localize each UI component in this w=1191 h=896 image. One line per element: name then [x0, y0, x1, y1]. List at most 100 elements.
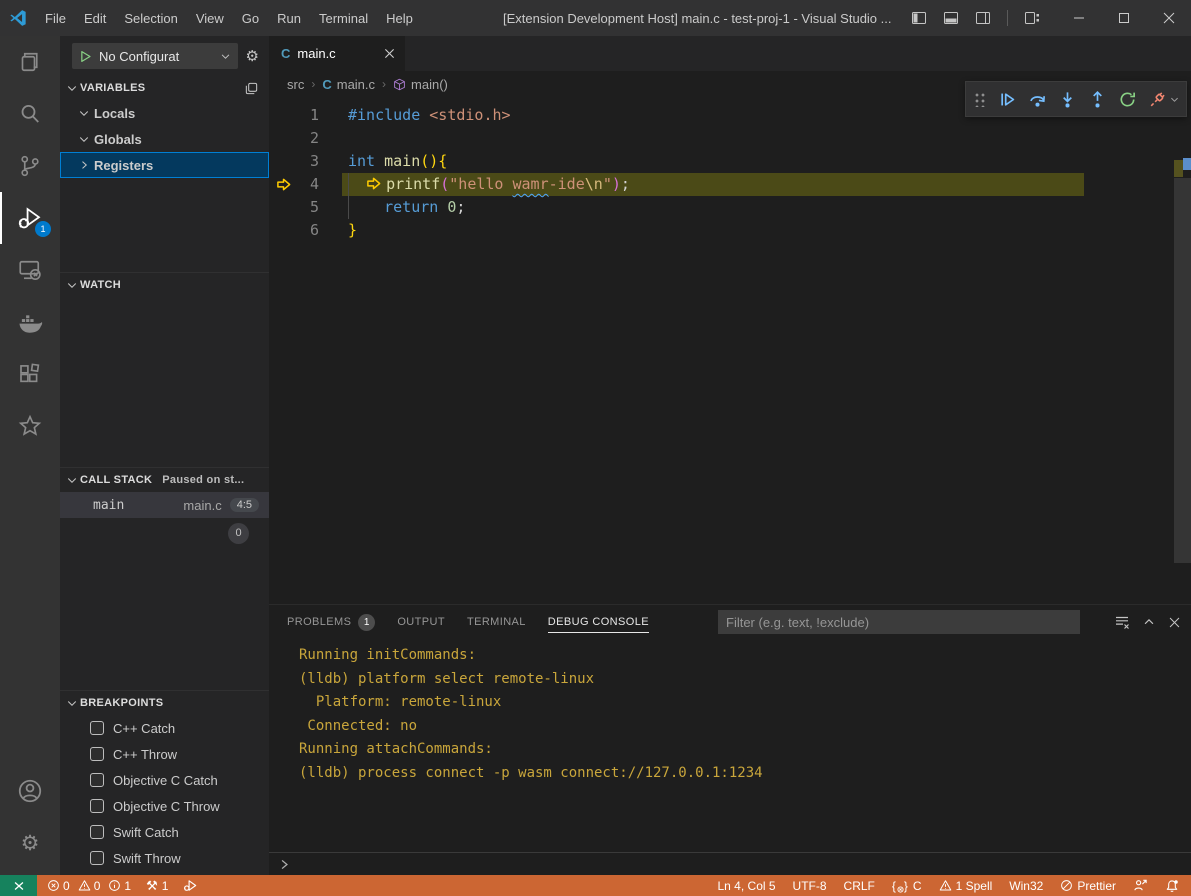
gutter-glyph-margin[interactable]: [269, 196, 299, 219]
start-debug-icon[interactable]: [79, 50, 92, 63]
stack-frame-row[interactable]: main main.c 4:5: [60, 492, 269, 518]
activity-favorites[interactable]: [0, 400, 60, 452]
chevron-down-icon[interactable]: [1169, 94, 1180, 105]
callstack-header[interactable]: CALL STACK Paused on st...: [60, 468, 269, 492]
breadcrumb-symbol[interactable]: main(): [393, 77, 448, 92]
editor-scrollbar[interactable]: [1174, 178, 1191, 563]
activity-explorer[interactable]: [0, 36, 60, 88]
watch-header[interactable]: WATCH: [60, 273, 269, 297]
remote-indicator[interactable]: [0, 875, 37, 896]
panel-tab-terminal[interactable]: TERMINAL: [467, 605, 526, 639]
variables-item-registers[interactable]: Registers: [60, 152, 269, 178]
menu-item-run[interactable]: Run: [268, 0, 310, 36]
step-into-button[interactable]: [1053, 85, 1081, 113]
breakpoints-header[interactable]: BREAKPOINTS: [60, 691, 269, 715]
tools-status[interactable]: ⚒1: [146, 879, 168, 893]
menu-item-selection[interactable]: Selection: [115, 0, 186, 36]
open-launch-config-icon[interactable]: ⚙: [246, 47, 259, 65]
code-editor[interactable]: 1#include <stdio.h>23int main(){4 printf…: [269, 97, 1191, 604]
inline-breakpoint-arrow-icon[interactable]: [366, 176, 386, 191]
breakpoint-row[interactable]: Swift Catch: [60, 819, 269, 845]
menu-item-file[interactable]: File: [36, 0, 75, 36]
gutter-glyph-margin[interactable]: [269, 127, 299, 150]
step-over-button[interactable]: [1023, 85, 1051, 113]
gutter-glyph-margin[interactable]: [269, 150, 299, 173]
code-line-3[interactable]: 3int main(){: [269, 150, 1191, 173]
feedback-status[interactable]: [1133, 878, 1148, 893]
clear-console-icon[interactable]: [1114, 614, 1130, 630]
maximize-button[interactable]: [1101, 0, 1146, 36]
customize-layout-icon[interactable]: [1024, 10, 1040, 26]
activity-account[interactable]: [0, 765, 60, 817]
eol-sequence[interactable]: CRLF: [844, 879, 875, 893]
current-instruction-arrow-icon[interactable]: [269, 173, 299, 196]
activity-source-control[interactable]: [0, 140, 60, 192]
variables-item-globals[interactable]: Globals: [60, 126, 269, 152]
step-out-button[interactable]: [1083, 85, 1111, 113]
tab-close-icon[interactable]: [384, 48, 395, 59]
breadcrumb-file[interactable]: Cmain.c: [322, 77, 375, 92]
menu-item-edit[interactable]: Edit: [75, 0, 115, 36]
activity-search[interactable]: [0, 88, 60, 140]
language-mode[interactable]: {} C: [892, 879, 922, 893]
breadcrumb-src[interactable]: src: [287, 77, 304, 92]
debug-console-input[interactable]: [269, 852, 1191, 875]
toggle-secondary-sidebar-icon[interactable]: [975, 10, 991, 26]
debug-config-dropdown[interactable]: No Configurat: [72, 43, 238, 69]
breakpoint-row[interactable]: C++ Throw: [60, 741, 269, 767]
formatter-status[interactable]: Prettier: [1060, 879, 1116, 893]
continue-button[interactable]: [993, 85, 1021, 113]
code-line-6[interactable]: 6}: [269, 219, 1191, 242]
disconnect-button[interactable]: [1143, 85, 1171, 113]
console-filter-input[interactable]: [718, 610, 1080, 634]
encoding[interactable]: UTF-8: [793, 879, 827, 893]
problems-status[interactable]: 0 0 1: [47, 879, 131, 893]
collapse-all-icon[interactable]: [244, 81, 259, 96]
notifications-status[interactable]: [1165, 879, 1179, 893]
breakpoint-checkbox[interactable]: [90, 773, 104, 787]
close-panel-icon[interactable]: [1168, 616, 1181, 629]
activity-run-debug[interactable]: 1: [0, 192, 60, 244]
cursor-position[interactable]: Ln 4, Col 5: [718, 879, 776, 893]
gutter-glyph-margin[interactable]: [269, 219, 299, 242]
breakpoint-checkbox[interactable]: [90, 799, 104, 813]
restart-button[interactable]: [1113, 85, 1141, 113]
debug-console-output[interactable]: Running initCommands:(lldb) platform sel…: [269, 639, 1191, 852]
menu-item-go[interactable]: Go: [233, 0, 268, 36]
variables-item-locals[interactable]: Locals: [60, 100, 269, 126]
breakpoint-row[interactable]: Swift Throw: [60, 845, 269, 871]
menu-item-terminal[interactable]: Terminal: [310, 0, 377, 36]
toolbar-drag-handle[interactable]: [974, 91, 986, 107]
variables-title: VARIABLES: [80, 82, 145, 94]
breakpoint-checkbox[interactable]: [90, 721, 104, 735]
menu-item-help[interactable]: Help: [377, 0, 422, 36]
platform-target[interactable]: Win32: [1009, 879, 1043, 893]
breakpoint-checkbox[interactable]: [90, 747, 104, 761]
spell-checker-status[interactable]: 1 Spell: [939, 879, 993, 893]
activity-extensions[interactable]: [0, 348, 60, 400]
panel-tab-debug-console[interactable]: DEBUG CONSOLE: [548, 605, 649, 639]
breakpoint-row[interactable]: C++ Catch: [60, 715, 269, 741]
tab-main-c[interactable]: C main.c: [269, 36, 405, 71]
code-line-5[interactable]: 5 return 0;: [269, 196, 1191, 219]
panel-tab-output[interactable]: OUTPUT: [397, 605, 445, 639]
code-line-2[interactable]: 2: [269, 127, 1191, 150]
close-button[interactable]: [1146, 0, 1191, 36]
activity-docker[interactable]: [0, 296, 60, 348]
toggle-sidebar-icon[interactable]: [911, 10, 927, 26]
activity-remote-explorer[interactable]: [0, 244, 60, 296]
toggle-panel-icon[interactable]: [943, 10, 959, 26]
breakpoint-row[interactable]: Objective C Throw: [60, 793, 269, 819]
breakpoint-row[interactable]: Objective C Catch: [60, 767, 269, 793]
menu-item-view[interactable]: View: [187, 0, 233, 36]
panel-tab-problems[interactable]: PROBLEMS1: [287, 605, 375, 639]
maximize-panel-icon[interactable]: [1142, 615, 1156, 629]
code-line-4[interactable]: 4 printf("hello wamr-ide\n");: [269, 173, 1191, 196]
breakpoint-checkbox[interactable]: [90, 825, 104, 839]
activity-settings[interactable]: ⚙: [0, 817, 60, 869]
breakpoint-checkbox[interactable]: [90, 851, 104, 865]
gutter-glyph-margin[interactable]: [269, 104, 299, 127]
debug-status[interactable]: [183, 878, 198, 893]
minimize-button[interactable]: [1056, 0, 1101, 36]
variables-header[interactable]: VARIABLES: [60, 76, 269, 100]
